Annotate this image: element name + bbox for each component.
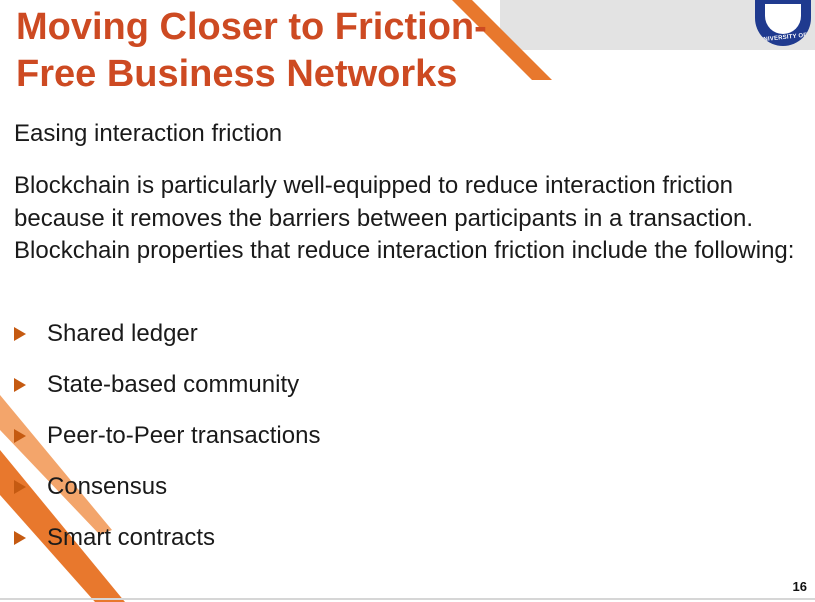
- slide: UNIVERSITY OF ASIA P Moving Closer to Fr…: [0, 0, 815, 602]
- arrow-bullet-icon: [14, 378, 26, 392]
- bullet-text: Consensus: [47, 473, 168, 500]
- logo-emblem-icon: [765, 4, 801, 34]
- slide-title-line-1: Moving Closer to Friction-: [16, 6, 487, 48]
- arrow-bullet-icon: [14, 531, 26, 545]
- arrow-bullet-icon: [14, 480, 26, 494]
- bullet-text: Peer-to-Peer transactions: [47, 422, 321, 449]
- university-logo: UNIVERSITY OF ASIA P: [755, 0, 811, 46]
- bullet-text: Shared ledger: [47, 320, 198, 347]
- bullet-text: Smart contracts: [47, 524, 216, 551]
- page-number: 16: [792, 579, 807, 594]
- slide-title-line-2: Free Business Networks: [16, 53, 458, 95]
- bullet-text: State-based community: [47, 371, 300, 398]
- slide-title: Moving Closer to Friction- Free Business…: [16, 4, 487, 98]
- body-paragraph: Blockchain is particularly well-equipped…: [14, 172, 795, 264]
- footer-divider: [0, 598, 815, 600]
- corner-stripe-light: [0, 395, 112, 535]
- arrow-bullet-icon: [14, 327, 26, 341]
- slide-subtitle: Easing interaction friction: [14, 120, 283, 147]
- arrow-bullet-icon: [14, 429, 26, 443]
